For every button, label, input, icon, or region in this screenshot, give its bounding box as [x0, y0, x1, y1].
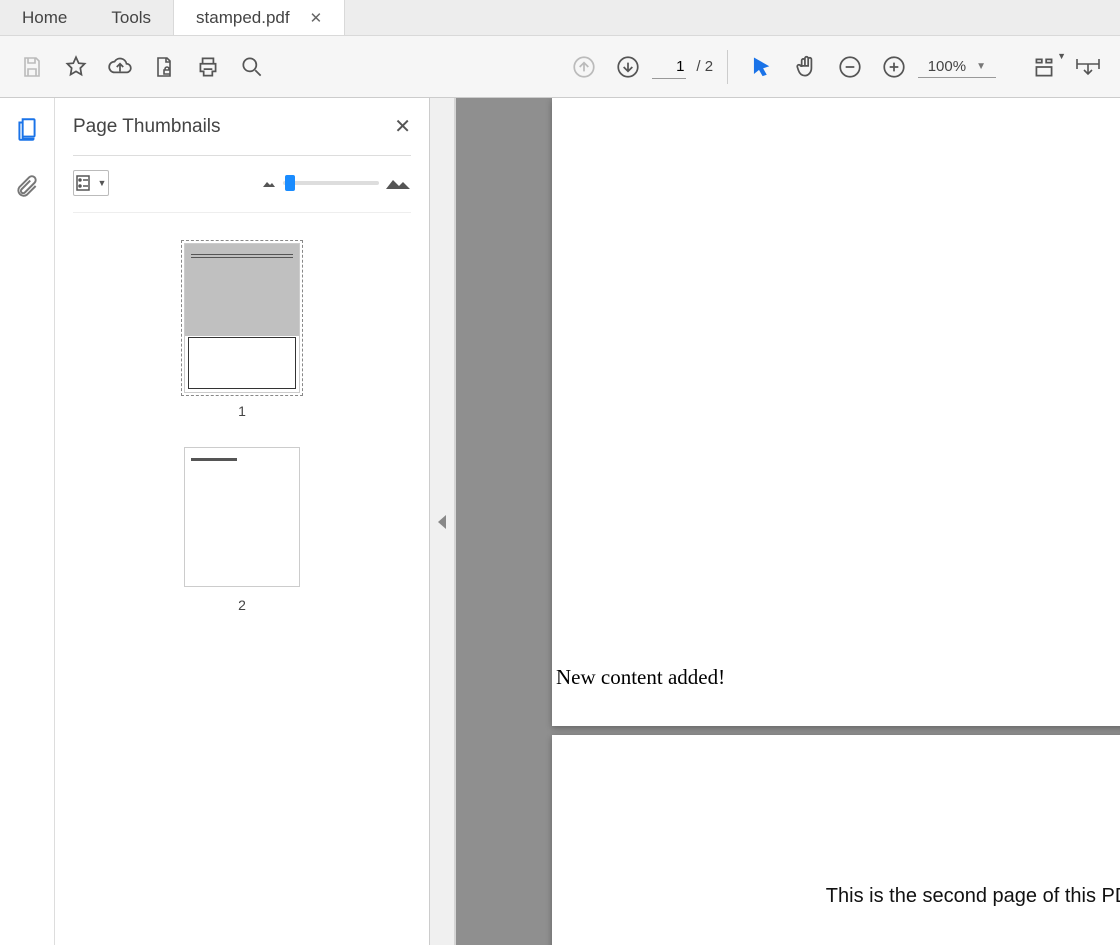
collapse-left-icon — [438, 515, 446, 529]
next-page-button[interactable] — [608, 47, 648, 87]
toolbar: / 2 100% ▼ ▼ — [0, 36, 1120, 98]
tab-home[interactable]: Home — [0, 0, 89, 35]
cloud-upload-button[interactable] — [100, 47, 140, 87]
page-number-input[interactable] — [652, 55, 686, 79]
zoom-out-button[interactable] — [830, 47, 870, 87]
zoom-value: 100% — [922, 58, 966, 75]
chevron-down-icon: ▼ — [970, 61, 992, 72]
tab-document-title: stamped.pdf — [196, 8, 290, 28]
search-button[interactable] — [232, 47, 272, 87]
thumbnails-panel: Page Thumbnails ✕ ▼ 1 — [55, 98, 430, 945]
page-total-label: / 2 — [696, 58, 713, 75]
print-button[interactable] — [188, 47, 228, 87]
large-thumb-icon — [385, 175, 411, 191]
prev-page-button[interactable] — [564, 47, 604, 87]
thumbnail-1[interactable]: 1 — [184, 243, 300, 419]
fit-width-button[interactable]: ▼ — [1024, 47, 1064, 87]
zoom-dropdown[interactable]: 100% ▼ — [918, 56, 996, 78]
selection-tool-button[interactable] — [742, 47, 782, 87]
toolbar-separator — [727, 50, 728, 84]
protect-button[interactable] — [144, 47, 184, 87]
thumbnail-options-button[interactable]: ▼ — [73, 170, 109, 196]
side-rail — [0, 98, 55, 945]
thumbnail-2[interactable]: 2 — [184, 447, 300, 613]
pdf-page-2: This is the second page of this PDF file… — [552, 735, 1120, 945]
tab-document[interactable]: stamped.pdf ✕ — [173, 0, 345, 35]
panel-title: Page Thumbnails — [73, 116, 221, 138]
hand-tool-button[interactable] — [786, 47, 826, 87]
thumbnail-size-slider[interactable] — [261, 175, 411, 191]
slider-thumb[interactable] — [285, 175, 295, 191]
zoom-in-button[interactable] — [874, 47, 914, 87]
save-button[interactable] — [12, 47, 52, 87]
attachments-rail-button[interactable] — [14, 173, 40, 204]
document-view[interactable]: New content added! This is the second pa… — [456, 98, 1120, 945]
tab-strip: Home Tools stamped.pdf ✕ — [0, 0, 1120, 36]
close-tab-icon[interactable]: ✕ — [310, 9, 323, 27]
pdf-page-1: New content added! — [552, 98, 1120, 726]
thumbnails-rail-button[interactable] — [14, 116, 40, 147]
star-button[interactable] — [56, 47, 96, 87]
thumbnail-1-number: 1 — [238, 403, 246, 419]
thumbnail-2-number: 2 — [238, 597, 246, 613]
page2-text: This is the second page of this PDF file… — [826, 885, 1120, 945]
close-panel-button[interactable]: ✕ — [394, 114, 411, 139]
tab-tools[interactable]: Tools — [89, 0, 173, 35]
page1-added-text: New content added! — [556, 665, 725, 690]
slider-track[interactable] — [283, 181, 379, 185]
panel-splitter[interactable] — [430, 98, 456, 945]
scroll-mode-button[interactable] — [1068, 47, 1108, 87]
small-thumb-icon — [261, 177, 277, 189]
